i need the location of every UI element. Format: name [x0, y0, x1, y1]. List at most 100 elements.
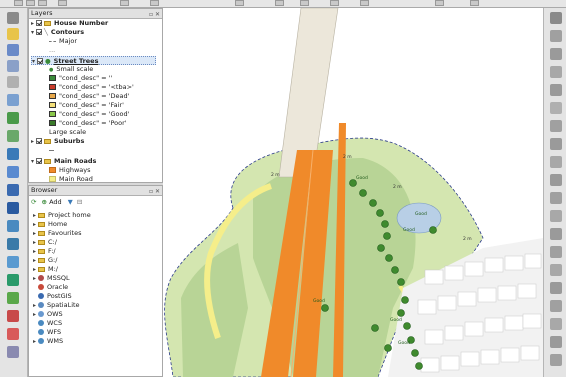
- delete-ring-icon[interactable]: [550, 282, 562, 294]
- browser-item-oracle[interactable]: Oracle: [33, 283, 68, 292]
- browser-item-favourites[interactable]: ▸ Favourites: [33, 229, 81, 238]
- legend-item-ellipsis: ...: [49, 46, 55, 55]
- open-folder-icon[interactable]: [7, 28, 19, 40]
- browser-item-c-drive[interactable]: ▸ C:/: [33, 238, 57, 247]
- annotation-button[interactable]: [360, 0, 369, 6]
- save-as-icon[interactable]: [7, 60, 19, 72]
- swatch-icon: [49, 120, 56, 126]
- browser-item-g-drive[interactable]: ▸ G:/: [33, 256, 57, 265]
- split-features-icon[interactable]: [550, 354, 562, 366]
- edit-pencil-icon[interactable]: [7, 12, 19, 24]
- fill-ring-icon[interactable]: [550, 264, 562, 276]
- gps-icon[interactable]: [7, 346, 19, 358]
- legend-item-empty: "cond_desc" = '': [49, 74, 112, 83]
- measure-button[interactable]: [330, 0, 339, 6]
- deselect-button[interactable]: [300, 0, 309, 6]
- browser-item-home[interactable]: ▸ Home: [33, 220, 67, 229]
- add-oracle-layer-icon[interactable]: [7, 202, 19, 214]
- print-icon[interactable]: [7, 76, 19, 88]
- move-feature-icon[interactable]: [550, 66, 562, 78]
- label-button[interactable]: [435, 0, 444, 6]
- add-postgis-layer-icon[interactable]: [7, 148, 19, 160]
- zoom-icon[interactable]: [7, 94, 19, 106]
- delete-selected-icon[interactable]: [550, 102, 562, 114]
- copy-features-icon[interactable]: [550, 138, 562, 150]
- browser-item-wfs[interactable]: WFS: [33, 328, 61, 337]
- layer-checkbox[interactable]: [36, 20, 42, 26]
- new-project-button[interactable]: [14, 0, 23, 6]
- layer-checkbox[interactable]: [36, 158, 42, 164]
- edit-toggle-icon[interactable]: [550, 30, 562, 42]
- swatch-icon: [49, 111, 56, 117]
- add-vector-layer-icon[interactable]: [7, 112, 19, 124]
- plugin-button[interactable]: [470, 0, 479, 6]
- identify-button[interactable]: [235, 0, 244, 6]
- filter-icon[interactable]: ▼: [68, 198, 73, 206]
- zoom-in-button[interactable]: [150, 0, 159, 6]
- add-feature-icon[interactable]: [550, 48, 562, 60]
- undo-icon[interactable]: [550, 174, 562, 186]
- redo-icon[interactable]: [550, 192, 562, 204]
- save-project-button[interactable]: [38, 0, 47, 6]
- delete-part-icon[interactable]: [550, 300, 562, 312]
- remove-layer-icon[interactable]: [7, 310, 19, 322]
- open-project-button[interactable]: [26, 0, 35, 6]
- pan-map-button[interactable]: [120, 0, 129, 6]
- layer-checkbox[interactable]: [36, 29, 42, 35]
- layer-checkbox[interactable]: [37, 58, 43, 64]
- reshape-features-icon[interactable]: [550, 318, 562, 330]
- collapse-all-icon[interactable]: ⊟: [77, 198, 82, 206]
- legend-label: Small scale: [56, 65, 94, 73]
- browser-item-m-drive[interactable]: ▸ M:/: [33, 265, 58, 274]
- layer-group-icon: [44, 158, 51, 164]
- add-spatialite-layer-icon[interactable]: [7, 166, 19, 178]
- add-part-icon[interactable]: [550, 246, 562, 258]
- new-spatialite-icon[interactable]: [7, 328, 19, 340]
- select-button[interactable]: [275, 0, 284, 6]
- layer-group-icon: [44, 138, 51, 144]
- road-label: 2 m: [343, 154, 352, 160]
- new-shapefile-icon[interactable]: [7, 292, 19, 304]
- refresh-icon[interactable]: ⟳: [31, 198, 36, 206]
- layer-contours[interactable]: ▾ ╲ Contours: [31, 28, 84, 37]
- add-raster-layer-icon[interactable]: [7, 130, 19, 142]
- layer-main-roads[interactable]: ▾ Main Roads: [31, 157, 96, 166]
- tree-label: Good: [313, 298, 325, 304]
- browser-item-wms[interactable]: ▸ WMS: [33, 337, 63, 346]
- legend-label: "cond_desc" = 'Poor': [59, 119, 127, 127]
- cut-features-icon[interactable]: [550, 120, 562, 132]
- simplify-feature-icon[interactable]: [550, 210, 562, 222]
- browser-item-postgis[interactable]: PostGIS: [33, 292, 72, 301]
- layer-checkbox[interactable]: [36, 138, 42, 144]
- print-composer-button[interactable]: [58, 0, 67, 6]
- add-mssql-layer-icon[interactable]: [7, 184, 19, 196]
- browser-item-spatialite[interactable]: ▸ SpatiaLite: [33, 301, 80, 310]
- paste-features-icon[interactable]: [550, 156, 562, 168]
- add-wfs-layer-icon[interactable]: [7, 256, 19, 268]
- layer-suburbs[interactable]: ▸ Suburbs: [31, 137, 84, 146]
- browser-item-project-home[interactable]: ▸ Project home: [33, 211, 91, 220]
- tree-label: Good: [390, 317, 402, 323]
- layer-house-number[interactable]: ▸ House Number: [31, 19, 108, 28]
- add-icon[interactable]: ⊕: [42, 198, 47, 206]
- node-tool-icon[interactable]: [550, 84, 562, 96]
- globe-icon: [38, 338, 44, 344]
- layer-street-trees[interactable]: ▾ ● Street Trees: [31, 56, 156, 65]
- add-delimited-text-icon[interactable]: [7, 274, 19, 286]
- add-button[interactable]: Add: [49, 198, 62, 206]
- panel-close-icon[interactable]: ▫ ✕: [149, 187, 160, 196]
- browser-item-mssql[interactable]: ▸ MSSQL: [33, 274, 70, 283]
- save-icon[interactable]: [7, 44, 19, 56]
- map-canvas[interactable]: Good Good Good Good Good Good 2 m 2 m 2 …: [163, 8, 543, 377]
- add-wms-layer-icon[interactable]: [7, 220, 19, 232]
- browser-item-ows[interactable]: ▸ OWS: [33, 310, 63, 319]
- digitize-icon[interactable]: [550, 12, 562, 24]
- legend-label: "cond_desc" = 'Fair': [59, 101, 124, 109]
- browser-item-wcs[interactable]: WCS: [33, 319, 62, 328]
- panel-close-icon[interactable]: ▫ ✕: [149, 10, 160, 19]
- offset-curve-icon[interactable]: [550, 336, 562, 348]
- add-ring-icon[interactable]: [550, 228, 562, 240]
- browser-item-f-drive[interactable]: ▸ F:/: [33, 247, 56, 256]
- add-wcs-layer-icon[interactable]: [7, 238, 19, 250]
- map-svg[interactable]: Good Good Good Good Good Good 2 m 2 m 2 …: [163, 8, 543, 377]
